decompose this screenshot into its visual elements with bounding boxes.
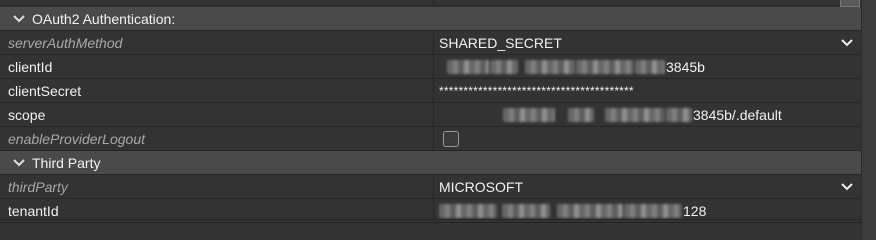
redacted-text	[447, 59, 489, 74]
group-header-third-party[interactable]: Third Party	[0, 151, 861, 175]
group-title: OAuth2 Authentication:	[32, 10, 176, 27]
collapse-button[interactable]	[840, 0, 860, 7]
redacted-text	[503, 107, 555, 122]
chevron-down-icon[interactable]	[841, 182, 853, 192]
property-input-clientSecret[interactable]: ****************************************	[434, 79, 861, 102]
redacted-text	[666, 107, 692, 122]
redacted-text	[525, 59, 575, 74]
property-input-scope[interactable]: 3845b/.default	[434, 103, 861, 126]
value-visible-suffix: 3845b	[666, 58, 705, 75]
value-visible-suffix: 3845b/.default	[693, 106, 782, 123]
property-row-clientSecret: clientSecret ***************************…	[0, 79, 861, 103]
property-row-thirdParty: thirdParty MICROSOFT	[0, 175, 861, 199]
property-dropdown-serverAuthMethod[interactable]: SHARED_SECRET	[434, 31, 861, 54]
enable-provider-logout-checkbox[interactable]	[443, 130, 459, 147]
redacted-text	[605, 107, 665, 122]
property-name-thirdParty: thirdParty	[0, 175, 434, 198]
property-row-scope: scope 3845b/.default	[0, 103, 861, 127]
redacted-text	[490, 59, 518, 74]
redacted-text	[439, 203, 497, 218]
vertical-scrollbar[interactable]	[861, 0, 876, 240]
redacted-text	[568, 107, 594, 122]
property-row-serverAuthMethod: serverAuthMethod SHARED_SECRET	[0, 31, 861, 55]
chevron-down-icon[interactable]	[841, 38, 853, 48]
property-value	[434, 0, 861, 5]
property-name	[0, 0, 434, 5]
redacted-text	[502, 203, 550, 218]
property-value-enableProviderLogout	[434, 127, 861, 150]
dropdown-value: SHARED_SECRET	[439, 34, 562, 51]
grid-bottom-border	[0, 219, 861, 220]
redacted-text	[557, 203, 623, 218]
property-name-serverAuthMethod: serverAuthMethod	[0, 31, 434, 54]
group-label-oauth: OAuth2 Authentication:	[0, 11, 175, 27]
chevron-down-icon	[13, 158, 25, 166]
dropdown-value: MICROSOFT	[439, 178, 523, 195]
property-name-clientId: clientId	[0, 55, 434, 78]
masked-secret: ****************************************	[439, 83, 634, 98]
property-name-enableProviderLogout: enableProviderLogout	[0, 127, 434, 150]
property-row-partial	[0, 0, 861, 6]
property-row-enableProviderLogout: enableProviderLogout	[0, 127, 861, 151]
group-title: Third Party	[32, 154, 101, 171]
redacted-text	[635, 59, 665, 74]
property-input-clientId[interactable]: 3845b	[434, 55, 861, 78]
group-header-oauth[interactable]: OAuth2 Authentication:	[0, 7, 861, 31]
group-label-third-party: Third Party	[0, 155, 100, 171]
property-grid: OAuth2 Authentication: serverAuthMethod …	[0, 0, 861, 240]
value-visible-suffix: 128	[683, 202, 707, 219]
redacted-text	[576, 59, 634, 74]
property-name-clientSecret: clientSecret	[0, 79, 434, 102]
property-row-clientId: clientId 3845b	[0, 55, 861, 79]
chevron-down-icon	[13, 14, 25, 22]
property-name-scope: scope	[0, 103, 434, 126]
property-dropdown-thirdParty[interactable]: MICROSOFT	[434, 175, 861, 198]
redacted-text	[624, 203, 682, 218]
